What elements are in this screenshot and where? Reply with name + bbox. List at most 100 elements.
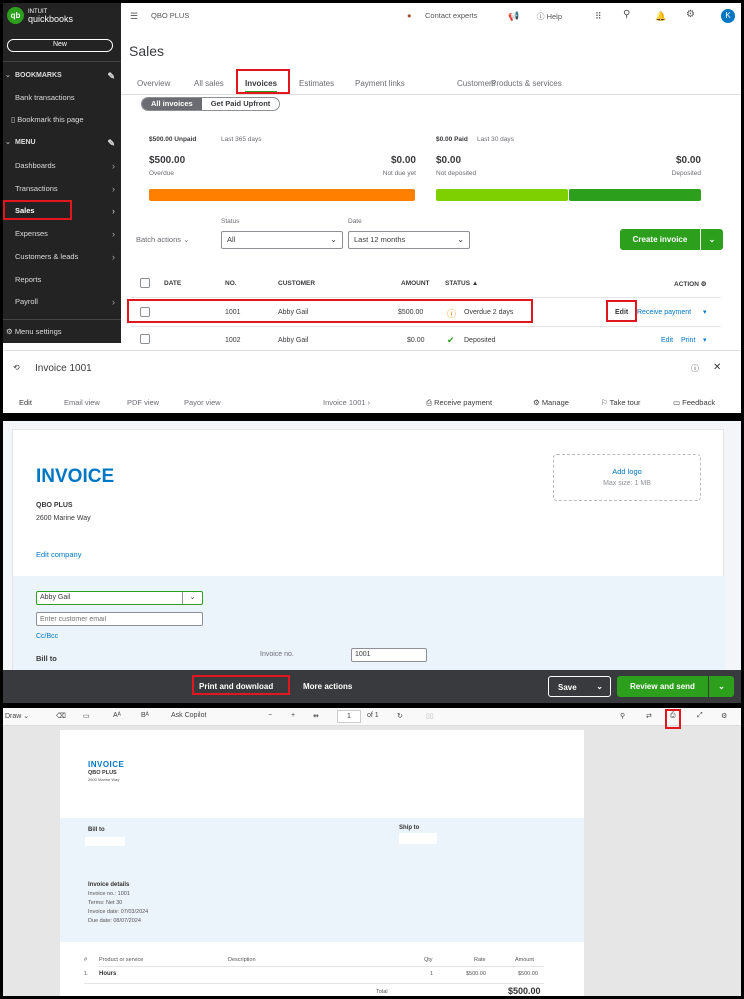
batch-actions-dropdown[interactable]: Batch actions ⌄ xyxy=(136,235,189,244)
history-icon[interactable]: ⟲ xyxy=(13,363,20,372)
review-send-button[interactable]: Review and send xyxy=(617,676,708,697)
help-button[interactable]: ⓘ Help xyxy=(537,11,562,22)
more-actions-button[interactable]: More actions xyxy=(303,682,352,691)
page-view-icon[interactable]: ▯▯ xyxy=(426,712,434,720)
text-box-icon[interactable]: ▭ xyxy=(83,712,90,720)
contact-experts-link[interactable]: Contact experts xyxy=(425,11,478,20)
overdue-bar[interactable] xyxy=(149,189,415,201)
notification-bell-icon[interactable]: 🔔 xyxy=(655,11,666,22)
draw-tool[interactable]: Draw ⌄ xyxy=(5,712,29,720)
tab-all-sales[interactable]: All sales xyxy=(194,79,224,88)
settings-gear-icon[interactable]: ⚙ xyxy=(686,9,695,20)
col-status[interactable]: STATUS ▲ xyxy=(445,280,478,287)
highlight-row-1001 xyxy=(127,299,533,323)
pencil-icon[interactable]: ✎ xyxy=(107,134,115,152)
sidebar-item-transactions[interactable]: Transactions › xyxy=(3,180,121,198)
edit-company-link[interactable]: Edit company xyxy=(36,550,81,559)
sidebar-item-customers-leads[interactable]: Customers & leads › xyxy=(3,248,121,266)
quickbooks-logo[interactable]: qb INTUIT quickbooks xyxy=(7,7,73,24)
receive-payment-action[interactable]: ⎙ Receive payment xyxy=(426,398,492,408)
sidebar-item-bookmark-page[interactable]: ▯ Bookmark this page xyxy=(3,111,121,129)
megaphone-icon[interactable]: 📢 xyxy=(508,11,519,22)
segment-get-paid-upfront[interactable]: Get Paid Upfront xyxy=(202,98,280,110)
drawer-breadcrumb[interactable]: Invoice 1001 › xyxy=(323,398,370,407)
add-logo-dropzone[interactable]: Add logo Max size: 1 MB xyxy=(553,454,701,501)
tab-payment-links[interactable]: Payment links xyxy=(355,79,405,88)
apps-grid-icon[interactable]: ⠿ xyxy=(595,11,602,22)
fit-width-icon[interactable]: ⇹ xyxy=(313,712,319,720)
search-icon[interactable]: ⚲ xyxy=(620,712,625,720)
help-icon[interactable]: ⓘ xyxy=(691,363,699,374)
text-size-icon[interactable]: Aᴬ xyxy=(113,712,121,719)
zoom-in-icon[interactable]: + xyxy=(291,712,295,719)
action-dropdown-icon[interactable]: ▾ xyxy=(703,308,707,316)
text-style-icon[interactable]: Bᴬ xyxy=(141,712,149,719)
col-amount[interactable]: AMOUNT xyxy=(401,280,430,287)
tab-products-services[interactable]: Products & services xyxy=(491,79,562,88)
col-no[interactable]: NO. xyxy=(225,280,237,287)
col-date[interactable]: DATE xyxy=(164,280,181,287)
receive-payment-link[interactable]: Receive payment xyxy=(637,309,691,316)
status-filter-select[interactable]: All ⌄ xyxy=(221,231,343,249)
gear-icon[interactable]: ⚙ xyxy=(701,281,707,288)
row-checkbox[interactable] xyxy=(140,334,150,344)
take-tour-action[interactable]: ⚐ Take tour xyxy=(601,398,641,407)
feedback-action[interactable]: ▭ Feedback xyxy=(673,398,715,407)
eraser-icon[interactable]: ⌫ xyxy=(56,712,66,720)
customer-email-input[interactable] xyxy=(36,612,203,626)
sidebar-item-payroll[interactable]: Payroll › xyxy=(3,293,121,311)
search-icon[interactable]: ⚲ xyxy=(623,9,630,20)
sync-icon[interactable]: ⇄ xyxy=(646,712,652,720)
save-button[interactable]: Save ⌄ xyxy=(548,676,611,697)
pdf-viewer-panel: Draw ⌄ ⌫ ▭ Aᴬ Bᴬ Ask Copilot − + ⇹ 1 of … xyxy=(3,708,741,996)
view-email[interactable]: Email view xyxy=(64,398,100,407)
feedback-icon: ▭ xyxy=(673,398,683,407)
not-deposited-amount[interactable]: $0.00 xyxy=(436,155,461,166)
user-avatar[interactable]: K xyxy=(721,9,735,23)
create-invoice-button[interactable]: Create invoice xyxy=(620,229,700,250)
bookmarks-heading[interactable]: ⌄ BOOKMARKS ✎ xyxy=(3,67,121,85)
add-logo-link[interactable]: Add logo xyxy=(554,467,700,476)
cc-bcc-link[interactable]: Cc/Bcc xyxy=(36,633,58,640)
overdue-amount[interactable]: $500.00 xyxy=(149,155,185,166)
view-pdf[interactable]: PDF view xyxy=(127,398,159,407)
action-dropdown-icon[interactable]: ▾ xyxy=(703,336,707,344)
hamburger-icon[interactable]: ☰ xyxy=(130,11,138,22)
not-deposited-bar[interactable] xyxy=(436,189,568,201)
settings-icon[interactable]: ⚙ xyxy=(721,712,727,720)
ask-copilot-button[interactable]: Ask Copilot xyxy=(171,712,206,719)
invoice-no-input[interactable]: 1001 xyxy=(351,648,427,662)
tab-overview[interactable]: Overview xyxy=(137,79,170,88)
sidebar-item-expenses[interactable]: Expenses › xyxy=(3,225,121,243)
view-edit[interactable]: Edit xyxy=(19,398,32,407)
customer-select[interactable]: Abby Gail ⌄ xyxy=(36,591,203,605)
page-number-input[interactable]: 1 xyxy=(337,710,361,723)
select-all-checkbox[interactable] xyxy=(140,278,150,288)
zoom-out-icon[interactable]: − xyxy=(268,712,272,719)
tab-customers[interactable]: Customers xyxy=(457,79,496,88)
menu-heading[interactable]: ⌄ MENU ✎ xyxy=(3,134,121,152)
pencil-icon[interactable]: ✎ xyxy=(107,67,115,85)
sidebar-item-reports[interactable]: Reports xyxy=(3,271,121,289)
segment-all-invoices[interactable]: All invoices xyxy=(142,98,202,110)
new-button[interactable]: New xyxy=(7,39,113,52)
rotate-icon[interactable]: ↻ xyxy=(397,712,403,720)
manage-action[interactable]: ⚙ Manage xyxy=(533,398,569,407)
col-customer[interactable]: CUSTOMER xyxy=(278,280,315,287)
deposited-bar[interactable] xyxy=(569,189,701,201)
date-filter-select[interactable]: Last 12 months ⌄ xyxy=(348,231,470,249)
sidebar-item-dashboards[interactable]: Dashboards › xyxy=(3,157,121,175)
edit-link[interactable]: Edit xyxy=(661,337,673,344)
sidebar-item-bank-transactions[interactable]: Bank transactions xyxy=(3,89,121,107)
review-send-dropdown[interactable]: ⌄ xyxy=(709,676,734,697)
close-icon[interactable]: ✕ xyxy=(713,362,721,373)
deposited-amount[interactable]: $0.00 xyxy=(676,155,701,166)
print-link[interactable]: Print xyxy=(681,337,695,344)
menu-settings[interactable]: ⚙ Menu settings xyxy=(3,323,121,341)
create-invoice-dropdown[interactable]: ⌄ xyxy=(701,229,723,250)
view-payor[interactable]: Payor view xyxy=(184,398,221,407)
expand-icon[interactable]: ⤢ xyxy=(697,712,703,720)
tab-estimates[interactable]: Estimates xyxy=(299,79,334,88)
company-name: QBO PLUS xyxy=(36,502,73,509)
not-due-amount[interactable]: $0.00 xyxy=(391,155,416,166)
